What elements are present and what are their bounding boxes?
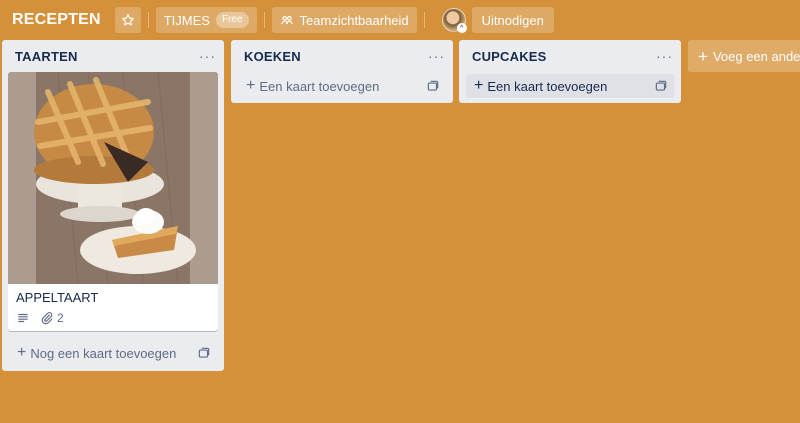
add-card-label: Een kaart toevoegen — [487, 78, 608, 94]
add-card-button[interactable]: + Nog een kaart toevoegen — [9, 341, 217, 365]
plus-icon: + — [17, 344, 27, 361]
list-title[interactable]: TAARTEN — [15, 49, 78, 64]
board-header: RECEPTEN TIJMES Free Teamzichtbaarheid ^… — [0, 0, 800, 40]
add-list-label: Voeg een andere lijst toe — [712, 48, 800, 64]
list-menu-button[interactable]: ··· — [199, 49, 216, 63]
apple-pie-photo — [8, 72, 218, 284]
list-menu-button[interactable]: ··· — [428, 49, 445, 63]
workspace-button[interactable]: TIJMES Free — [155, 7, 257, 33]
add-card-label: Een kaart toevoegen — [259, 78, 380, 94]
card-cover-image — [8, 72, 218, 284]
star-icon — [121, 14, 134, 26]
card-appeltaart[interactable]: APPELTAART 2 — [8, 72, 218, 331]
attachment-count: 2 — [57, 311, 64, 325]
plan-badge: Free — [215, 12, 249, 28]
list-menu-button[interactable]: ··· — [656, 49, 673, 63]
team-visibility-icon — [280, 15, 293, 25]
description-badge — [16, 311, 30, 325]
list-koeken: KOEKEN ··· + Een kaart toevoegen — [231, 40, 453, 103]
add-card-button[interactable]: + Een kaart toevoegen — [238, 74, 446, 98]
plus-icon: + — [698, 46, 708, 66]
add-list-button[interactable]: + Voeg een andere lijst toe — [688, 40, 800, 72]
list-title[interactable]: KOEKEN — [244, 49, 301, 64]
add-card-button[interactable]: + Een kaart toevoegen — [466, 74, 674, 98]
admin-badge-icon: ^ — [456, 23, 467, 33]
card-title: APPELTAART — [16, 290, 99, 305]
visibility-label: Teamzichtbaarheid — [299, 12, 409, 28]
visibility-button[interactable]: Teamzichtbaarheid — [271, 7, 417, 33]
card-template-icon[interactable] — [426, 79, 440, 93]
header-divider — [263, 12, 265, 28]
member-avatar[interactable]: ^ — [441, 8, 467, 33]
header-divider — [147, 12, 149, 28]
list-header: TAARTEN ··· — [2, 40, 224, 72]
plus-icon: + — [246, 77, 256, 94]
card-template-icon[interactable] — [654, 79, 668, 93]
card-template-icon[interactable] — [197, 346, 211, 360]
list-taarten: TAARTEN ··· APPELTAART 2 + Nog een kaart… — [2, 40, 224, 371]
add-card-label: Nog een kaart toevoegen — [30, 345, 177, 361]
invite-button[interactable]: Uitnodigen — [471, 7, 554, 33]
workspace-name: TIJMES — [163, 12, 210, 28]
list-header: CUPCAKES ··· — [459, 40, 681, 72]
card-badges: 2 — [8, 307, 218, 331]
list-header: KOEKEN ··· — [231, 40, 453, 72]
board-title[interactable]: RECEPTEN — [8, 7, 105, 33]
header-divider — [423, 12, 425, 28]
star-button[interactable] — [114, 7, 141, 33]
description-icon — [18, 313, 28, 323]
plus-icon: + — [474, 77, 484, 94]
paperclip-icon — [41, 312, 53, 325]
list-cupcakes: CUPCAKES ··· + Een kaart toevoegen — [459, 40, 681, 103]
attachment-badge: 2 — [40, 311, 64, 325]
list-title[interactable]: CUPCAKES — [472, 49, 547, 64]
